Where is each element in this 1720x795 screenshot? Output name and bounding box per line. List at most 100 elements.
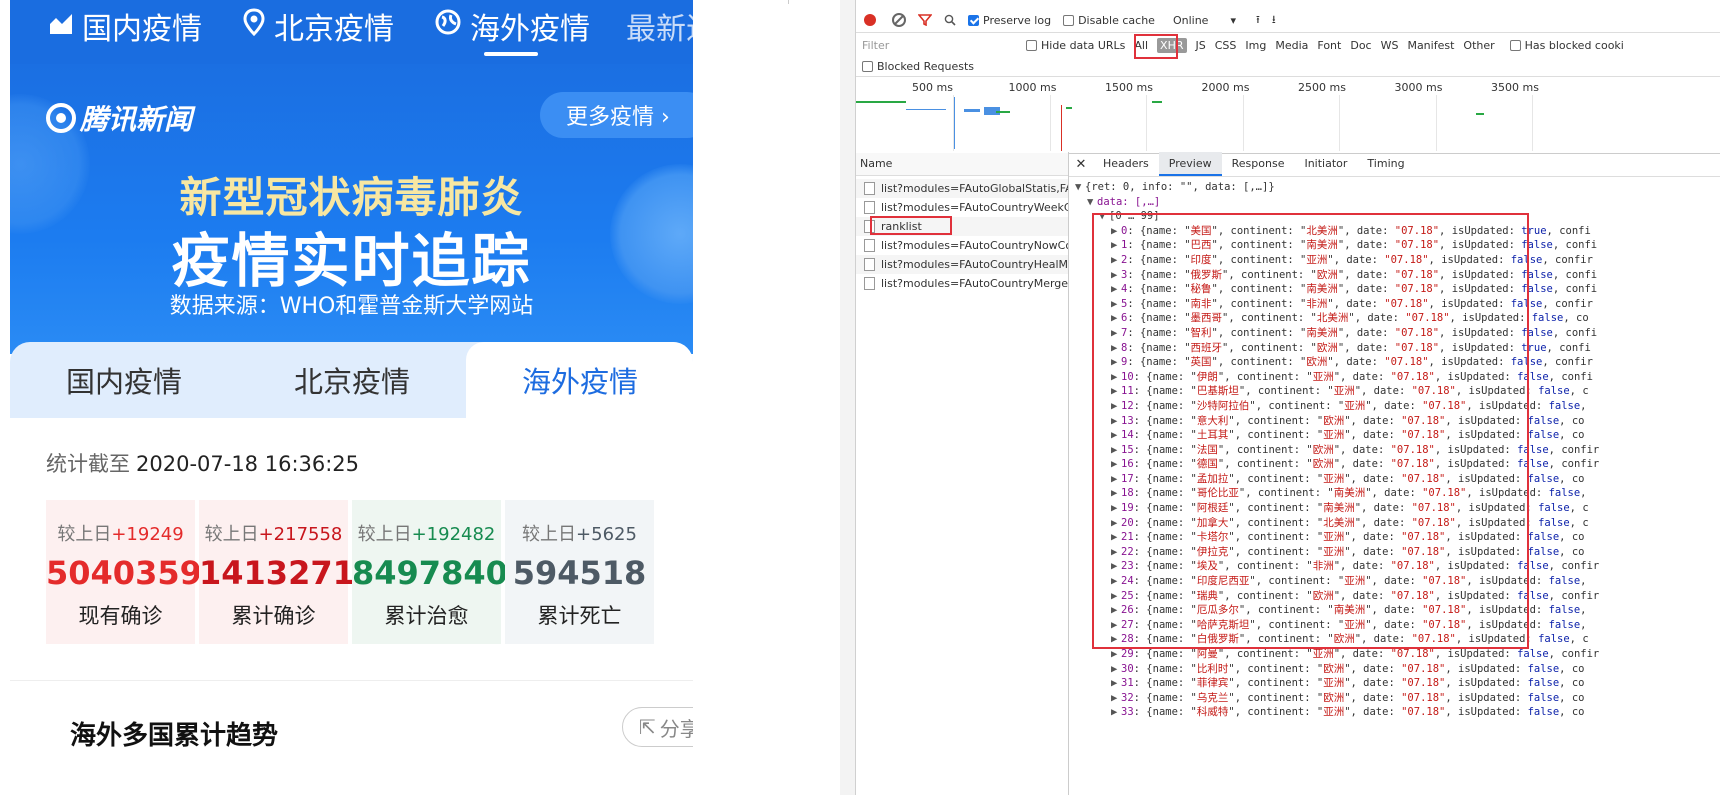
import-har-icon[interactable]: ⭱ <box>1256 11 1260 30</box>
trend-section: 海外多国累计趋势 ⇱ 分享 <box>10 680 693 795</box>
brand-logo: 腾讯新闻 <box>46 98 192 138</box>
dropdown-icon: ▾ <box>1230 13 1236 27</box>
checkbox-checked-icon <box>968 14 979 26</box>
timeline-load-marker <box>1061 105 1062 151</box>
request-row[interactable]: list?modules=FAutoCountryNowCon... <box>856 236 1068 255</box>
timeline-bar <box>1476 113 1484 115</box>
timeline-gridline <box>953 95 954 151</box>
subtab-beijing[interactable]: 北京疫情 <box>238 342 466 418</box>
nav-tab-beijing[interactable]: 北京疫情 <box>242 6 394 47</box>
stat-cards: 较上日+19249 5040359 现有确诊 较上日+217558 14132717 累计… <box>46 500 656 646</box>
timeline-tick-label: 1000 ms <box>1008 81 1057 94</box>
close-icon[interactable]: ✕ <box>1069 157 1093 172</box>
search-icon[interactable] <box>944 14 956 26</box>
type-filter-other[interactable]: Other <box>1463 39 1494 52</box>
tree-root[interactable]: ▼ {ret: 0, info: "", data: [,…]} <box>1069 180 1599 195</box>
collapse-triangle-icon: ▶ <box>1111 677 1118 690</box>
document-icon <box>864 239 875 252</box>
json-highlight-box <box>1092 213 1529 649</box>
timeline-gridline <box>1339 95 1340 151</box>
globe-icon <box>434 8 462 44</box>
tree-row[interactable]: ▶ 32: {name: "乌克兰", continent: "欧洲", date… <box>1069 691 1599 706</box>
subtab-overseas[interactable]: 海外疫情 <box>466 342 693 418</box>
name-column-header[interactable]: Name <box>856 153 1068 176</box>
blocked-cookies-checkbox[interactable]: Has blocked cooki <box>1509 39 1624 52</box>
timeline-tick-label: 500 ms <box>912 81 953 94</box>
tab-headers[interactable]: Headers <box>1093 152 1159 176</box>
request-row[interactable]: list?modules=FAutoCountryWeekCo... <box>856 198 1068 217</box>
disable-cache-checkbox[interactable]: Disable cache <box>1063 14 1155 27</box>
timeline-bar <box>996 111 1010 113</box>
nav-tab-domestic[interactable]: 国内疫情 <box>48 6 202 47</box>
preserve-log-checkbox[interactable]: Preserve log <box>968 14 1051 27</box>
type-filter-doc[interactable]: Doc <box>1350 39 1371 52</box>
tree-row[interactable]: ▶ 29: {name: "阿曼", continent: "亚洲", date:… <box>1069 647 1599 662</box>
card-label: 累计治愈 <box>384 604 469 628</box>
card-label: 累计确诊 <box>231 604 316 628</box>
hide-data-urls-checkbox[interactable]: Hide data URLs <box>1026 39 1125 52</box>
request-row[interactable]: list?modules=FAutoCountryMerge <box>856 274 1068 293</box>
type-filter-css[interactable]: CSS <box>1215 39 1237 52</box>
timeline-gridline <box>1049 95 1051 151</box>
filter-input[interactable]: Filter <box>860 37 1012 53</box>
timeline-tick-label: 1500 ms <box>1105 81 1153 94</box>
data-source: 数据来源：WHO和霍普金斯大学网站 <box>169 294 534 319</box>
tencent-news-icon <box>46 103 76 133</box>
checkbox-icon <box>1063 14 1075 26</box>
type-filter-manifest[interactable]: Manifest <box>1407 39 1454 52</box>
card-value: 594518 <box>512 554 647 592</box>
record-icon[interactable] <box>864 14 876 26</box>
card-delta: 较上日+217558 <box>204 524 343 545</box>
tab-timing[interactable]: Timing <box>1357 152 1414 176</box>
timeline-bar <box>1066 107 1072 109</box>
document-icon <box>864 201 875 214</box>
tree-row[interactable]: ▶ 30: {name: "比利时", continent: "欧洲", date… <box>1069 662 1599 677</box>
filter-bar: Filter Hide data URLs All XHR JS CSS Img… <box>856 34 1720 56</box>
collapse-triangle-icon: ▶ <box>1111 691 1118 704</box>
stat-card[interactable]: 较上日+217558 14132717 累计确诊 <box>199 500 377 644</box>
document-icon <box>864 182 875 195</box>
tab-response[interactable]: Response <box>1222 152 1295 176</box>
devtools-edge <box>840 0 856 795</box>
document-icon <box>864 277 875 290</box>
tree-data-node[interactable]: ▼ data: [,…] <box>1069 195 1599 210</box>
covid-tracker-page: 国内疫情 北京疫情 海外疫情 最新进 腾讯新闻 更多疫情 › 新型冠状病毒肺炎 … <box>10 0 693 795</box>
tree-row[interactable]: ▶ 31: {name: "菲律宾", continent: "亚洲", date… <box>1069 676 1599 691</box>
collapse-triangle-icon: ▶ <box>1111 662 1118 675</box>
network-overview-timeline[interactable]: 500 ms 1000 ms 1500 ms 2000 ms 2500 ms 3000 m… <box>856 76 1720 154</box>
clear-button[interactable] <box>892 13 906 27</box>
export-har-icon[interactable]: ⭳ <box>1272 11 1276 30</box>
nav-tab-latest[interactable]: 最新进 <box>626 6 693 47</box>
card-label: 现有确诊 <box>78 604 163 628</box>
hero-banner: 腾讯新闻 更多疫情 › 新型冠状病毒肺炎 疫情实时追踪 数据来源：WHO和霍普金… <box>10 64 693 354</box>
request-row[interactable]: list?modules=FAutoGlobalStatis,FAut... <box>856 179 1068 198</box>
stat-card[interactable]: 较上日+5625 594518 累计死亡 <box>505 500 654 644</box>
type-filter-media[interactable]: Media <box>1275 39 1308 52</box>
more-epidemic-button[interactable]: 更多疫情 › <box>540 92 693 138</box>
type-filter-ws[interactable]: WS <box>1381 39 1399 52</box>
type-filter-js[interactable]: JS <box>1196 39 1206 52</box>
top-nav: 国内疫情 北京疫情 海外疫情 最新进 <box>10 0 693 64</box>
subtab-domestic[interactable]: 国内疫情 <box>10 342 238 418</box>
type-filter-font[interactable]: Font <box>1317 39 1341 52</box>
tree-row[interactable]: ▶ 33: {name: "科威特", continent: "亚洲", date… <box>1069 705 1599 720</box>
ranklist-highlight-box <box>870 216 952 235</box>
stat-card[interactable]: 较上日+192482 8497840 累计治愈 <box>352 500 508 644</box>
tab-preview[interactable]: Preview <box>1158 152 1222 176</box>
timeline-tick-label: 2500 ms <box>1298 81 1346 94</box>
trend-title: 海外多国累计趋势 <box>70 721 279 751</box>
throttle-select[interactable]: Online ▾ <box>1173 14 1236 27</box>
type-filter-img[interactable]: Img <box>1245 39 1266 52</box>
blocked-requests-checkbox[interactable]: Blocked Requests <box>862 58 974 74</box>
filter-icon[interactable] <box>918 14 932 26</box>
timeline-tick-label: 3000 ms <box>1394 81 1443 94</box>
card-value: 5040359 <box>46 554 202 592</box>
timeline-gridline <box>1146 95 1147 151</box>
tab-initiator[interactable]: Initiator <box>1294 152 1357 176</box>
nav-tab-overseas[interactable]: 海外疫情 <box>434 6 590 47</box>
document-icon <box>864 258 875 271</box>
request-row[interactable]: list?modules=FAutoCountryHealMer... <box>856 255 1068 274</box>
share-button[interactable]: ⇱ 分享 <box>622 707 693 747</box>
stat-card[interactable]: 较上日+19249 5040359 现有确诊 <box>46 500 202 644</box>
timeline-gridline <box>1532 95 1533 151</box>
